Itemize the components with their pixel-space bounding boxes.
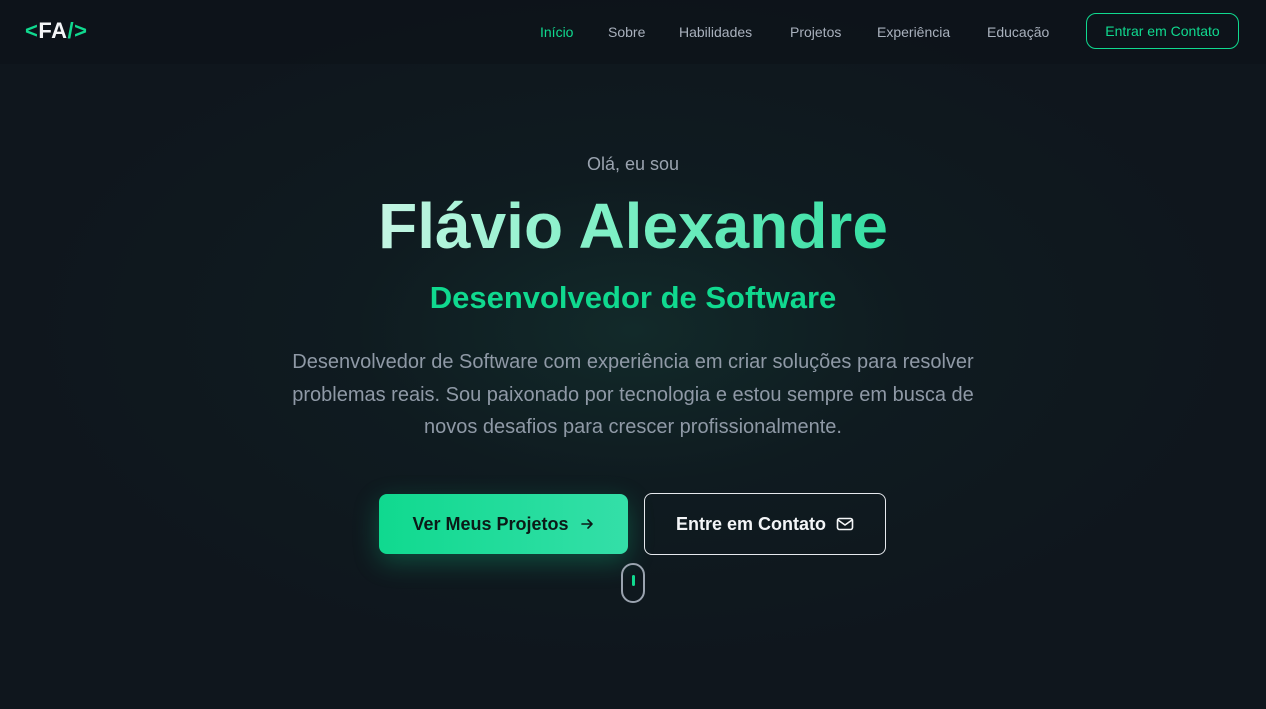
nav-item-inicio[interactable]: Início: [540, 24, 573, 40]
contact-button-label: Entre em Contato: [675, 513, 826, 534]
hero-name-text: Flávio Alexandre: [378, 190, 888, 262]
top-navbar: < FA /> Início Sobre Habilidades Projeto…: [0, 0, 1266, 64]
hero-description: Desenvolvedor de Software com experiênci…: [292, 351, 974, 438]
view-projects-button[interactable]: Ver Meus Projetos: [379, 494, 628, 554]
hero-greeting: Olá, eu sou: [586, 154, 680, 174]
view-projects-label: Ver Meus Projetos: [412, 513, 569, 534]
nav-menu: Início Sobre Habilidades Projetos Experi…: [0, 24, 1266, 42]
nav-item-sobre[interactable]: Sobre: [608, 24, 645, 40]
nav-item-projetos[interactable]: Projetos: [790, 24, 841, 40]
mouse-scroll-icon[interactable]: [621, 563, 645, 603]
contact-button[interactable]: Entre em Contato: [644, 493, 886, 555]
nav-item-educacao[interactable]: Educação: [987, 24, 1049, 40]
nav-item-experiencia[interactable]: Experiência: [877, 24, 950, 40]
hero-role: Desenvolvedor de Software: [429, 280, 837, 315]
mail-icon: [836, 516, 854, 532]
scroll-wheel-dot: [632, 575, 635, 586]
nav-item-habilidades[interactable]: Habilidades: [679, 24, 752, 40]
contact-nav-button[interactable]: Entrar em Contato: [1086, 13, 1239, 49]
arrow-right-icon: [579, 516, 595, 532]
hero-name: Flávio Alexandre: [0, 188, 1266, 264]
